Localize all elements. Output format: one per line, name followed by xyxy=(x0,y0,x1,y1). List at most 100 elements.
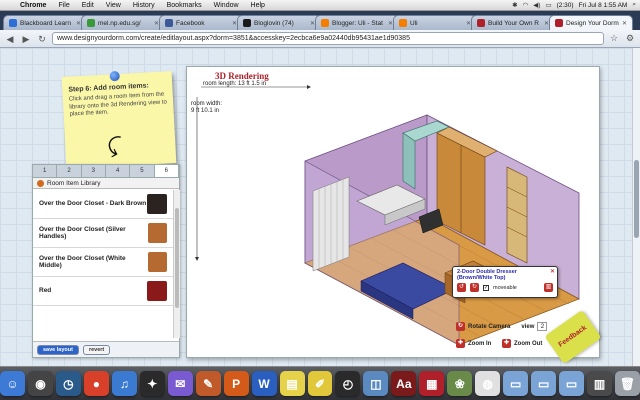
library-item-thumbnail[interactable] xyxy=(147,194,167,214)
powerpoint-icon[interactable]: P xyxy=(223,371,249,396)
library-item-thumbnail[interactable] xyxy=(147,281,167,301)
moveable-checkbox[interactable]: ✓ xyxy=(483,284,489,291)
clock-icon[interactable]: ◴ xyxy=(335,371,361,396)
star-icon[interactable]: ☆ xyxy=(608,33,620,44)
notes-icon[interactable]: ✐ xyxy=(307,371,333,396)
tab-title: Blogger: Uli - Stat xyxy=(332,19,383,27)
time-machine-icon[interactable]: ◷ xyxy=(55,371,81,396)
spotlight-icon[interactable]: ⌕ xyxy=(632,1,636,9)
url-text: www.designyourdorm.com/create/editlayout… xyxy=(57,35,410,42)
menu-bookmarks[interactable]: Bookmarks xyxy=(161,2,208,9)
wrench-icon[interactable]: ⚙ xyxy=(624,33,636,44)
favicon-icon xyxy=(399,19,407,27)
volume-icon[interactable]: ◀) xyxy=(533,1,540,9)
back-icon[interactable]: ◀ xyxy=(4,33,16,45)
menubar-status: ✱ ◠ ◀) ▭ (2:30) Fri Jul 8 1:55 AM ⌕ xyxy=(512,1,640,9)
finder-icon[interactable]: ☺ xyxy=(0,371,25,396)
library-tab[interactable]: 3 xyxy=(82,165,106,177)
battery-icon[interactable]: ▭ xyxy=(545,1,551,9)
zoom-in-icon[interactable]: ✚ xyxy=(456,339,465,348)
length-arrow xyxy=(307,85,311,89)
save-layout-button[interactable]: save layout xyxy=(37,344,79,355)
forward-icon[interactable]: ▶ xyxy=(20,33,32,45)
applications-folder-icon[interactable]: ▭ xyxy=(503,371,529,396)
rotate-right-icon[interactable]: ↻ xyxy=(470,283,479,293)
library-tab[interactable]: 1 xyxy=(33,165,58,177)
page-scrollbar[interactable] xyxy=(632,48,640,366)
mac-dock: ☺ ◉ ◷ ● ♫ ✦ ✉ ✎ P W ▤ ✐ ◴ ◫ Aa ▦ ❀ ◍ ▭ ▭ ▭ ▥ 🗑 xyxy=(0,366,640,400)
address-bar[interactable]: www.designyourdorm.com/create/editlayout… xyxy=(52,32,604,45)
render-title: 3D Rendering xyxy=(215,71,269,81)
favicon-icon xyxy=(87,19,95,27)
zoom-out-icon[interactable]: ✚ xyxy=(502,339,511,348)
preview-icon[interactable]: ◫ xyxy=(363,371,389,396)
browser-tab[interactable]: Bloglovin (74) ✕ xyxy=(237,15,321,30)
bluetooth-icon[interactable]: ✱ xyxy=(512,1,517,9)
3d-rendering-panel: 3D Rendering room length: 13 ft 1.5 in r… xyxy=(186,66,600,358)
library-scrollbar[interactable] xyxy=(173,190,180,338)
menu-app-name[interactable]: Chrome xyxy=(14,2,52,9)
library-tab[interactable]: 6 xyxy=(154,165,179,177)
iphoto-icon[interactable]: ❀ xyxy=(447,371,473,396)
library-item[interactable]: Red xyxy=(33,277,173,306)
zoom-out-control: ✚ Zoom Out xyxy=(502,339,542,348)
chrome-icon[interactable]: ● xyxy=(83,371,109,396)
browser-tab[interactable]: Uli ✕ xyxy=(393,15,477,30)
menu-view[interactable]: View xyxy=(100,2,127,9)
documents-folder-icon[interactable]: ▭ xyxy=(531,371,557,396)
stack-icon[interactable]: ▥ xyxy=(587,371,612,396)
view-select[interactable]: 2 xyxy=(537,322,548,331)
photo-booth-icon[interactable]: ▦ xyxy=(419,371,445,396)
bookshelf[interactable] xyxy=(506,166,528,264)
library-tab[interactable]: 4 xyxy=(106,165,131,177)
revert-button[interactable]: revert xyxy=(82,344,111,355)
menu-help[interactable]: Help xyxy=(245,2,271,9)
menu-window[interactable]: Window xyxy=(208,2,245,9)
library-tabs: 123456 xyxy=(33,165,179,178)
menu-edit[interactable]: Edit xyxy=(76,2,100,9)
browser-tab[interactable]: mel.np.edu.sg/✕ xyxy=(81,15,165,30)
dashboard-icon[interactable]: ◉ xyxy=(27,371,53,396)
reload-icon[interactable]: ↻ xyxy=(36,33,48,45)
rotate-camera-label[interactable]: Rotate Camera xyxy=(468,324,510,330)
library-item-thumbnail[interactable] xyxy=(148,223,167,243)
rotate-left-icon[interactable]: ↺ xyxy=(457,283,466,293)
item-popup: 2-Door Double Dresser (Brown/White Top) … xyxy=(452,266,558,298)
zoom-in-label[interactable]: Zoom In xyxy=(468,341,491,347)
dictionary-icon[interactable]: Aa xyxy=(391,371,417,396)
browser-tab[interactable]: Blogger: Uli - Stat ✕ xyxy=(315,15,399,30)
close-icon[interactable]: ✕ xyxy=(550,268,555,275)
instruction-sticky-note: Step 6: Add room items: Click and drag a… xyxy=(61,70,177,169)
twitter-bird-icon[interactable]: ✦ xyxy=(139,371,165,396)
trash-icon[interactable]: 🗑 xyxy=(615,371,640,396)
library-item[interactable]: Over the Door Closet (White Middle) xyxy=(33,248,173,277)
clock[interactable]: Fri Jul 8 1:55 AM xyxy=(579,2,628,9)
itunes-icon[interactable]: ♫ xyxy=(111,371,137,396)
page-scrollbar-thumb[interactable] xyxy=(634,160,639,238)
wifi-icon[interactable]: ◠ xyxy=(523,1,529,9)
library-footer: save layout revert xyxy=(33,341,179,357)
word-icon[interactable]: W xyxy=(251,371,277,396)
library-item[interactable]: Over the Door Closet - Dark Brown xyxy=(33,190,173,219)
downloads-folder-icon[interactable]: ▭ xyxy=(559,371,585,396)
tab-title: Design Your Dorm xyxy=(566,19,619,27)
library-tab[interactable]: 5 xyxy=(130,165,155,177)
photoshop-icon[interactable]: ✎ xyxy=(195,371,221,396)
library-item-thumbnail[interactable] xyxy=(147,252,167,272)
browser-tab[interactable]: Design Your Dorm ✕ xyxy=(549,15,633,30)
library-item[interactable]: Over the Door Closet (Silver Handles) xyxy=(33,219,173,248)
menu-file[interactable]: File xyxy=(52,2,75,9)
stamps-icon[interactable]: ✉ xyxy=(167,371,193,396)
browser-tab[interactable]: Facebook ✕ xyxy=(159,15,243,30)
menu-history[interactable]: History xyxy=(127,2,161,9)
stickies-icon[interactable]: ▤ xyxy=(279,371,305,396)
rotate-camera-icon[interactable]: ↻ xyxy=(456,322,465,331)
browser-tab[interactable]: Build Your Own R ✕ xyxy=(471,15,555,30)
trash-icon[interactable]: ▥ xyxy=(544,283,553,293)
picasa-icon[interactable]: ◍ xyxy=(475,371,501,396)
browser-tab[interactable]: Blackboard Learn ✕ xyxy=(3,15,87,30)
library-tab[interactable]: 2 xyxy=(57,165,82,177)
zoom-out-label[interactable]: Zoom Out xyxy=(514,341,542,347)
tab-close-icon[interactable]: ✕ xyxy=(622,20,627,27)
room-3d-scene[interactable] xyxy=(187,67,601,359)
